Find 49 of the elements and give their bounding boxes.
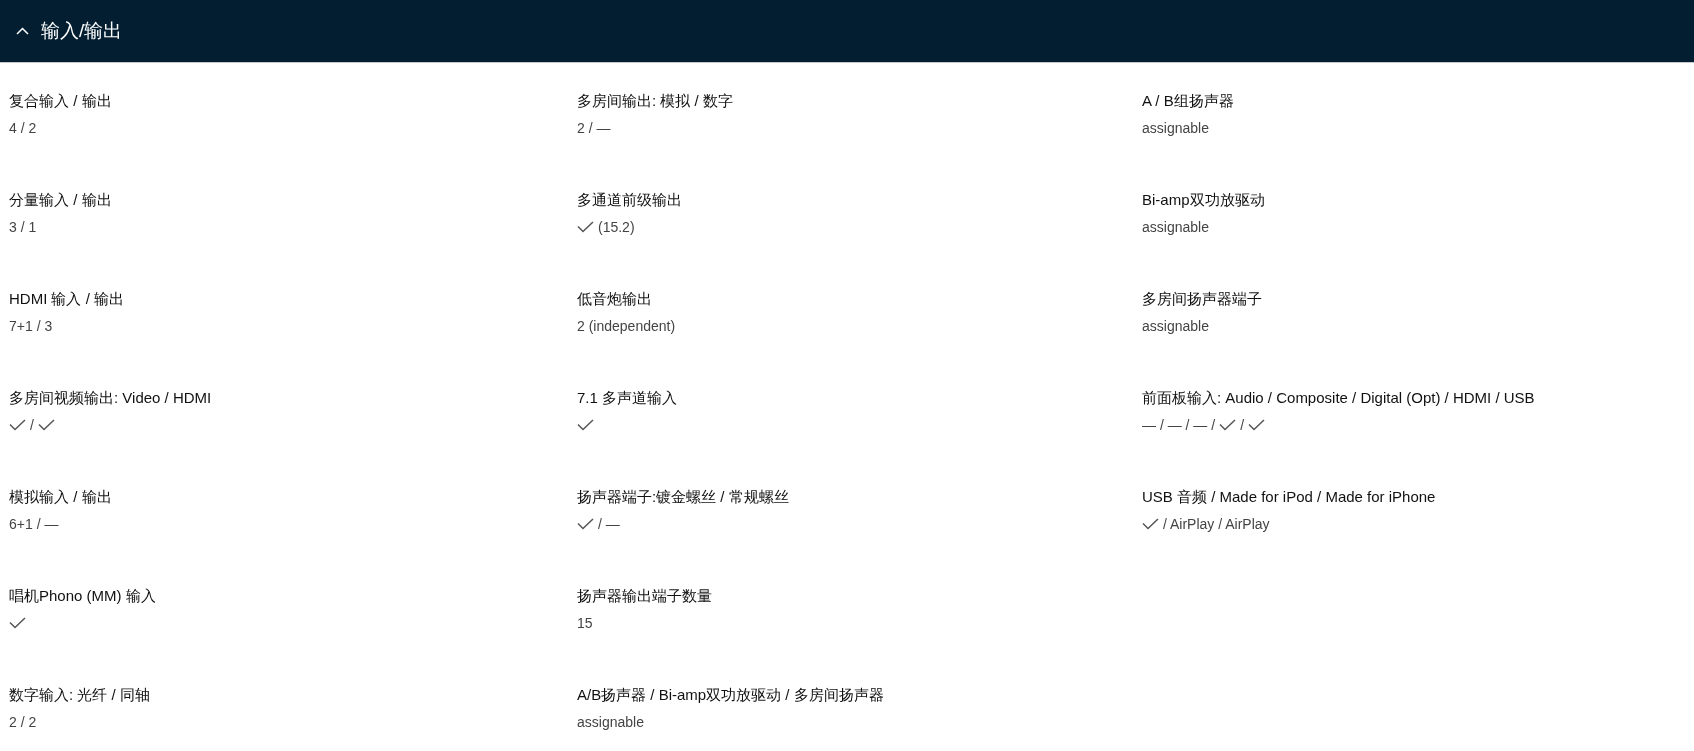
spec-value: 2 / — [577,119,611,138]
section-header[interactable]: 输入/输出 [0,0,1694,63]
spec-label: 多通道前级输出 [577,190,682,210]
spec-label: 扬声器输出端子数量 [577,586,712,606]
check-icon [577,419,594,431]
spec-value: 2 / 2 [9,713,37,732]
spec-label: A / B组扬声器 [1142,91,1234,111]
spec-value: assignable [1142,218,1209,237]
spec-value: 15 [577,614,593,633]
spec-value: (15.2) [598,218,635,237]
spec-value: / AirPlay / AirPlay [1163,515,1270,534]
spec-value: 3 / 1 [9,218,37,237]
spec-label: 多房间视频输出: Video / HDMI [9,388,212,408]
chevron-up-icon[interactable] [16,27,29,35]
check-icon [577,518,594,530]
check-icon [9,419,26,431]
spec-value: / [30,416,34,435]
check-icon [1248,419,1265,431]
spec-label: USB 音频 / Made for iPod / Made for iPhone [1142,487,1436,507]
check-icon [37,419,55,431]
spec-label: 唱机Phono (MM) 输入 [9,586,156,606]
spec-value: 4 / 2 [9,119,37,138]
spec-label: 分量输入 / 输出 [9,190,112,210]
check-icon [577,221,594,233]
spec-value: 2 (independent) [577,317,676,336]
spec-label: 多房间扬声器端子 [1142,289,1262,309]
check-icon [1142,518,1159,530]
spec-label: 7.1 多声道输入 [577,388,678,408]
spec-label: A/B扬声器 / Bi-amp双功放驱动 / 多房间扬声器 [577,685,884,705]
spec-label: HDMI 输入 / 输出 [9,289,124,309]
check-icon [9,617,26,629]
spec-label: 低音炮输出 [577,289,652,309]
spec-value: 7+1 / 3 [9,317,53,336]
spec-label: 扬声器端子:镀金螺丝 / 常规螺丝 [577,487,789,507]
spec-value: / — [598,515,620,534]
spec-label: 复合输入 / 输出 [9,91,112,111]
spec-label: 多房间输出: 模拟 / 数字 [577,91,733,111]
section-title: 输入/输出 [41,19,123,43]
spec-value: assignable [1142,317,1209,336]
spec-label: 前面板输入: Audio / Composite / Digital (Opt) / HDMI / USB [1142,388,1535,408]
spec-value: assignable [577,713,644,732]
spec-value: assignable [1142,119,1209,138]
spec-value: / [1240,416,1244,435]
spec-label: Bi-amp双功放驱动 [1142,190,1265,210]
spec-label: 数字输入: 光纤 / 同轴 [9,685,150,705]
check-icon [1219,419,1237,431]
spec-value: 6+1 / — [9,515,59,534]
spec-value: — / — / — / [1142,416,1216,435]
spec-label: 模拟输入 / 输出 [9,487,112,507]
